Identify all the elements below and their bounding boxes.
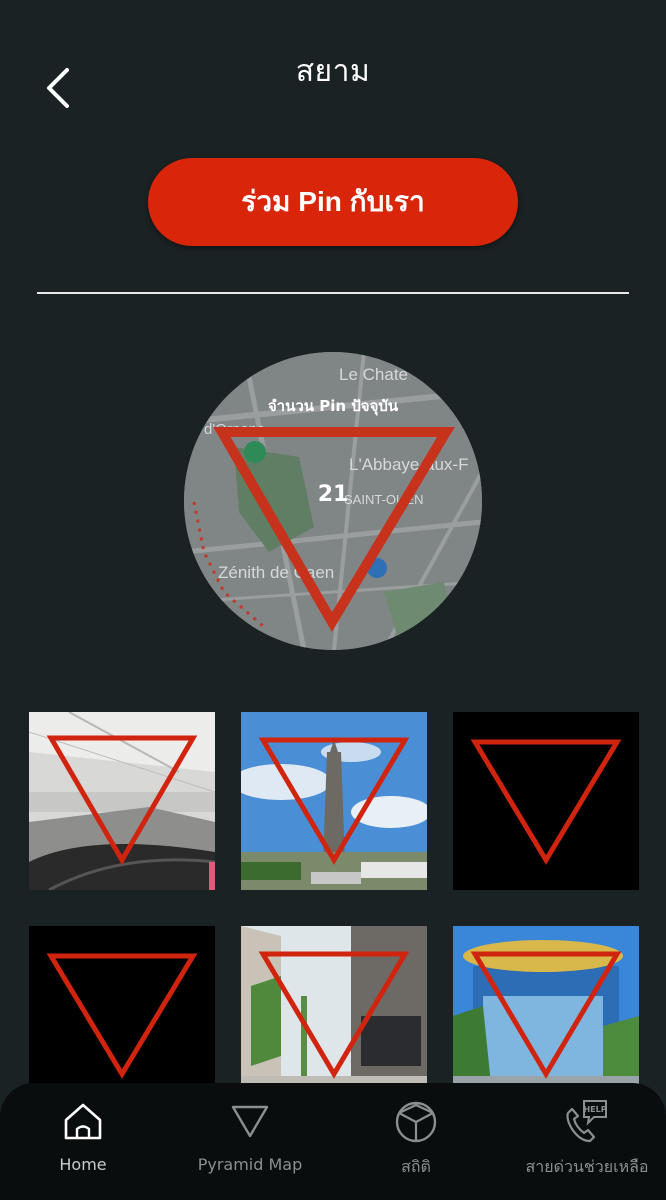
photo-thumbnail[interactable] bbox=[241, 712, 427, 890]
screen: สยาม ร่วม Pin กับเรา Le Chate d'Ornano L… bbox=[0, 0, 666, 1200]
photo-mall-image bbox=[453, 926, 639, 1104]
photo-street-image bbox=[241, 926, 427, 1104]
triangle-icon bbox=[225, 1097, 275, 1147]
photo-thumbnail[interactable] bbox=[453, 926, 639, 1104]
page-title: สยาม bbox=[295, 54, 371, 89]
pin-count-value: 21 bbox=[317, 482, 349, 507]
map-label: Zénith de Caen bbox=[218, 563, 334, 582]
pin-count-circle[interactable]: Le Chate d'Ornano L'Abbaye-aux-F SAINT-O… bbox=[184, 352, 482, 650]
photo-placeholder-image bbox=[29, 926, 215, 1104]
photo-thumbnail[interactable] bbox=[29, 926, 215, 1104]
photo-office-image bbox=[29, 712, 215, 890]
photo-placeholder-image bbox=[453, 712, 639, 890]
nav-label-home: Home bbox=[59, 1155, 107, 1174]
nav-item-pyramid-map[interactable]: Pyramid Map bbox=[190, 1083, 310, 1200]
home-icon bbox=[58, 1097, 108, 1147]
help-badge-text: HELP bbox=[583, 1105, 606, 1114]
bottom-navigation: Home Pyramid Map สถิติ HELP สายด่วนช่วยเ… bbox=[0, 1083, 666, 1200]
nav-label-statistics: สถิติ bbox=[401, 1157, 431, 1176]
pin-count-label: จำนวน Pin ปัจจุบัน bbox=[267, 397, 399, 415]
nav-item-statistics[interactable]: สถิติ bbox=[366, 1083, 466, 1200]
photo-monument-image bbox=[241, 712, 427, 890]
map-label: L'Abbaye-aux-F bbox=[349, 455, 468, 474]
photo-thumbnail[interactable] bbox=[453, 712, 639, 890]
join-pin-button[interactable]: ร่วม Pin กับเรา bbox=[148, 158, 518, 246]
photo-thumbnail[interactable] bbox=[29, 712, 215, 890]
map-label: Le Chate bbox=[339, 365, 408, 384]
nav-item-help-hotline[interactable]: HELP สายด่วนช่วยเหลือ bbox=[512, 1083, 662, 1200]
cube-icon bbox=[391, 1097, 441, 1147]
nav-label-pyramid-map: Pyramid Map bbox=[197, 1155, 303, 1174]
nav-item-home[interactable]: Home bbox=[38, 1083, 128, 1200]
photo-thumbnail[interactable] bbox=[241, 926, 427, 1104]
divider bbox=[37, 292, 629, 294]
nav-label-help-hotline: สายด่วนช่วยเหลือ bbox=[525, 1157, 649, 1176]
help-phone-icon: HELP bbox=[560, 1097, 610, 1147]
